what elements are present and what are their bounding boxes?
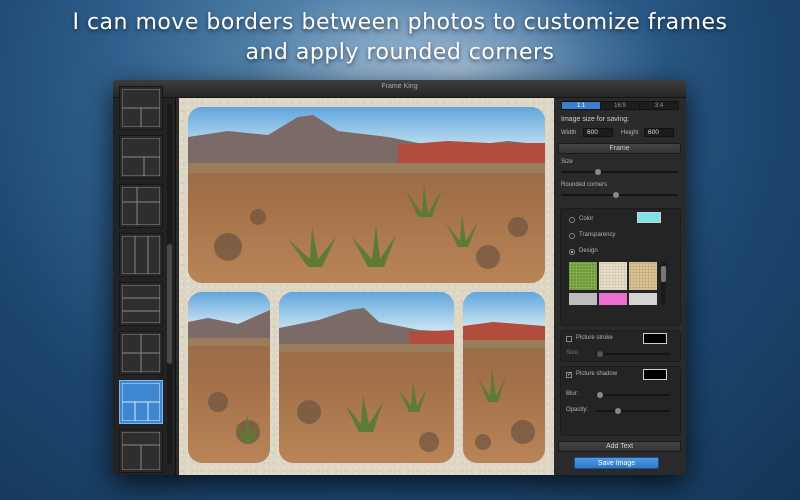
template-scrollbar-thumb[interactable]: [167, 244, 172, 364]
photo-cell-bottom-middle[interactable]: [279, 292, 454, 463]
width-field[interactable]: 600: [583, 128, 613, 137]
template-scrollbar[interactable]: [167, 104, 172, 464]
shadow-label: Picture shadow: [576, 371, 618, 377]
frame-canvas[interactable]: [179, 98, 554, 475]
rounded-corners-knob[interactable]: [613, 192, 619, 198]
height-label: Height: [621, 130, 639, 136]
desert-photo: [279, 292, 454, 463]
color-swatch[interactable]: [637, 212, 661, 223]
texture-gray-stone[interactable]: [569, 293, 597, 305]
aspect-tab-3-4[interactable]: 3:4: [640, 102, 678, 109]
blur-knob[interactable]: [597, 392, 603, 398]
stroke-size-slider[interactable]: [595, 351, 670, 357]
app-window: Frame King 1:1 16:9 3:4 Image size for s…: [113, 80, 686, 475]
layout-grid-icon: [122, 432, 160, 470]
window-titlebar: Frame King: [113, 80, 686, 98]
texture-green-grass[interactable]: [569, 262, 597, 290]
window-title: Frame King: [381, 83, 418, 90]
shadow-color-swatch[interactable]: [643, 369, 667, 380]
rounded-corners-slider[interactable]: [561, 192, 678, 198]
texture-pink[interactable]: [599, 293, 627, 305]
photo-cell-bottom-right[interactable]: [463, 292, 545, 463]
promo-headline: I can move borders between photos to cus…: [0, 8, 800, 68]
photo-cell-bottom-left[interactable]: [188, 292, 270, 463]
layout-rows-icon: [122, 285, 160, 323]
rounded-corners-label: Rounded corners: [561, 182, 608, 188]
aspect-tab-1-1[interactable]: 1:1: [562, 102, 601, 109]
blur-label: Blur:: [566, 391, 579, 397]
transparency-label: Transparency: [579, 232, 616, 238]
texture-light-gray[interactable]: [629, 293, 657, 305]
stroke-checkbox[interactable]: [566, 336, 572, 342]
aspect-ratio-selector[interactable]: 1:1 16:9 3:4: [561, 101, 679, 110]
headline-line-1: I can move borders between photos to cus…: [72, 10, 728, 35]
opacity-slider[interactable]: [595, 408, 670, 414]
photo-cell-top[interactable]: [188, 107, 545, 283]
template-sidebar: [113, 86, 176, 475]
layout-columns-icon: [122, 236, 160, 274]
desert-photo: [463, 292, 545, 463]
color-radio[interactable]: [569, 217, 575, 223]
texture-scrollbar[interactable]: [661, 262, 666, 305]
size-slider-knob[interactable]: [595, 169, 601, 175]
image-size-label: Image size for saving:: [561, 116, 630, 123]
template-thumb-8[interactable]: [119, 429, 163, 473]
height-field[interactable]: 600: [644, 128, 674, 137]
texture-scrollbar-thumb[interactable]: [661, 266, 666, 282]
desert-photo: [188, 292, 270, 463]
add-text-button[interactable]: Add Text: [558, 441, 681, 452]
background-options-group: Color Transparency Design: [560, 208, 681, 326]
color-label: Color: [579, 216, 594, 222]
texture-sandy-beige[interactable]: [629, 262, 657, 290]
template-thumb-5[interactable]: [119, 282, 163, 326]
template-thumb-6[interactable]: [119, 331, 163, 375]
aspect-tab-16-9[interactable]: 16:9: [601, 102, 640, 109]
blur-slider[interactable]: [595, 392, 670, 398]
template-thumb-3[interactable]: [119, 184, 163, 228]
headline-line-2: and apply rounded corners: [245, 40, 555, 65]
stroke-color-swatch[interactable]: [643, 333, 667, 344]
shadow-checkbox[interactable]: ✓: [566, 372, 572, 378]
stroke-label: Picture stroke: [576, 335, 613, 341]
template-thumb-1[interactable]: [119, 86, 163, 130]
save-image-button[interactable]: Save Image: [574, 457, 659, 469]
design-radio[interactable]: [569, 249, 575, 255]
settings-panel: 1:1 16:9 3:4 Image size for saving: Widt…: [555, 98, 686, 475]
shadow-options-group: ✓ Picture shadow Blur: Opacity:: [560, 366, 681, 436]
frame-section-button[interactable]: Frame: [558, 143, 681, 154]
template-thumb-2[interactable]: [119, 135, 163, 179]
layout-grid-icon: [122, 187, 160, 225]
layout-grid-icon: [122, 89, 160, 127]
layout-grid-icon: [122, 334, 160, 372]
stroke-size-knob[interactable]: [597, 351, 603, 357]
template-thumb-selected[interactable]: [119, 380, 163, 424]
desert-photo: [188, 107, 545, 283]
stroke-size-label: Size:: [566, 350, 580, 356]
opacity-label: Opacity:: [566, 407, 589, 413]
stroke-options-group: Picture stroke Size:: [560, 330, 681, 362]
transparency-radio[interactable]: [569, 233, 575, 239]
texture-cream-linen[interactable]: [599, 262, 627, 290]
template-thumb-4[interactable]: [119, 233, 163, 277]
size-slider[interactable]: [561, 169, 678, 175]
layout-grid-icon: [122, 138, 160, 176]
width-label: Width: [561, 130, 577, 136]
size-label: Size: [561, 159, 573, 165]
design-label: Design: [579, 248, 598, 254]
layout-one-top-three-bottom-icon: [122, 383, 160, 421]
opacity-knob[interactable]: [615, 408, 621, 414]
